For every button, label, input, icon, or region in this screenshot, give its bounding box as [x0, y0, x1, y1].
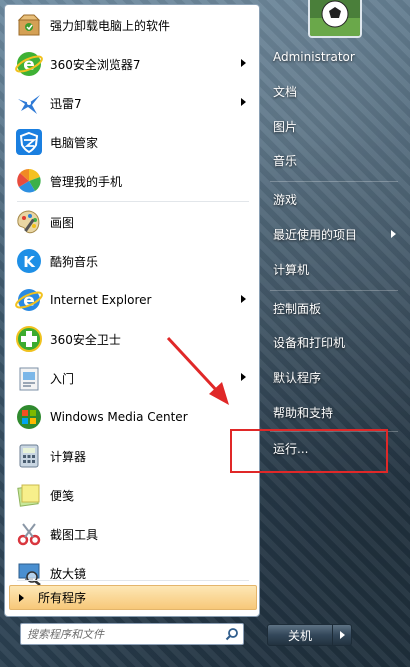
right-item-label: 音乐	[273, 153, 298, 168]
calculator-icon	[14, 441, 44, 471]
program-label: 截图工具	[50, 527, 99, 542]
paint-palette-icon	[14, 207, 44, 237]
right-item-control-panel[interactable]: 控制面板	[263, 293, 398, 323]
right-separator	[270, 290, 398, 291]
search-input[interactable]	[27, 627, 217, 641]
360-browser-icon: e	[14, 49, 44, 79]
right-item-label: 控制面板	[273, 301, 322, 316]
right-item-music[interactable]: 音乐	[263, 145, 398, 175]
submenu-arrow-icon[interactable]	[241, 98, 246, 106]
program-item-paint[interactable]: 画图	[10, 204, 254, 240]
shutdown-group: 关机	[267, 624, 352, 646]
all-programs-arrow-icon	[19, 593, 24, 602]
submenu-arrow-icon[interactable]	[391, 230, 396, 238]
program-label: 360安全卫士	[50, 332, 121, 347]
right-item-help-support[interactable]: 帮助和支持	[263, 397, 398, 427]
program-label: 强力卸载电脑上的软件	[50, 18, 171, 33]
program-item-internet-explorer[interactable]: e Internet Explorer	[10, 282, 254, 318]
program-item-uninstaller[interactable]: 强力卸载电脑上的软件	[10, 7, 254, 43]
right-item-label: 最近使用的项目	[273, 227, 358, 242]
program-item-360-safeguard[interactable]: 360安全卫士	[10, 321, 254, 357]
internet-explorer-icon: e	[14, 285, 44, 315]
program-label: 迅雷7	[50, 96, 82, 111]
right-item-label: Administrator	[273, 50, 355, 64]
program-label: 酷狗音乐	[50, 254, 99, 269]
right-item-devices-printers[interactable]: 设备和打印机	[263, 327, 398, 357]
program-item-windows-media-center[interactable]: Windows Media Center	[10, 399, 254, 435]
search-box[interactable]	[20, 623, 244, 645]
sticky-notes-icon	[14, 480, 44, 510]
thunder-bird-icon	[14, 88, 44, 118]
programs-pane: 强力卸载电脑上的软件 e 360安全浏览器7 迅雷7 电脑管家 管理我的手机 画…	[4, 4, 260, 617]
program-label: 电脑管家	[50, 135, 99, 150]
windows-media-center-icon	[14, 402, 44, 432]
submenu-arrow-icon[interactable]	[241, 295, 246, 303]
program-label: 360安全浏览器7	[50, 57, 141, 72]
right-item-label: 设备和打印机	[273, 335, 346, 350]
program-label: 管理我的手机	[50, 174, 123, 189]
program-label: 便笺	[50, 488, 75, 503]
right-item-label: 文档	[273, 84, 298, 99]
shutdown-options-button[interactable]	[333, 624, 352, 646]
program-label: 计算器	[50, 449, 87, 464]
right-item-administrator[interactable]: Administrator	[263, 42, 398, 72]
annotation-highlight-box	[230, 429, 388, 473]
program-item-sticky-notes[interactable]: 便笺	[10, 477, 254, 513]
getting-started-icon	[14, 363, 44, 393]
all-programs-button[interactable]: 所有程序	[9, 585, 257, 610]
submenu-arrow-icon[interactable]	[241, 59, 246, 67]
right-separator	[270, 181, 398, 182]
phone-manager-icon	[14, 166, 44, 196]
snipping-tool-icon	[14, 519, 44, 549]
program-item-getting-started[interactable]: 入门	[10, 360, 254, 396]
search-icon[interactable]	[225, 627, 239, 644]
program-item-360-browser[interactable]: e 360安全浏览器7	[10, 46, 254, 82]
program-label: Internet Explorer	[50, 293, 152, 307]
program-item-kugou[interactable]: K 酷狗音乐	[10, 243, 254, 279]
svg-text:K: K	[23, 253, 36, 271]
kugou-icon: K	[14, 246, 44, 276]
magnifier-icon	[14, 558, 44, 588]
program-item-calculator[interactable]: 计算器	[10, 438, 254, 474]
program-item-phone-manager[interactable]: 管理我的手机	[10, 163, 254, 199]
program-label: 画图	[50, 215, 75, 230]
program-label: 入门	[50, 371, 75, 386]
right-item-pictures[interactable]: 图片	[263, 111, 398, 141]
program-label: Windows Media Center	[50, 410, 188, 424]
start-menu: 强力卸载电脑上的软件 e 360安全浏览器7 迅雷7 电脑管家 管理我的手机 画…	[0, 0, 410, 667]
program-item-thunder[interactable]: 迅雷7	[10, 85, 254, 121]
360-safeguard-icon	[14, 324, 44, 354]
right-item-label: 帮助和支持	[273, 405, 334, 420]
right-item-label: 图片	[273, 119, 298, 134]
right-item-computer[interactable]: 计算机	[263, 254, 398, 284]
right-item-recent-items[interactable]: 最近使用的项目	[263, 219, 398, 249]
right-item-label: 游戏	[273, 192, 298, 207]
all-programs-separator	[17, 580, 249, 581]
program-item-pc-manager[interactable]: 电脑管家	[10, 124, 254, 160]
pc-manager-shield-icon	[14, 127, 44, 157]
shutdown-button[interactable]: 关机	[267, 624, 333, 646]
program-label: 放大镜	[50, 566, 87, 581]
user-avatar[interactable]	[308, 0, 362, 38]
pinned-separator	[17, 201, 249, 202]
right-item-documents[interactable]: 文档	[263, 76, 398, 106]
submenu-arrow-icon[interactable]	[241, 373, 246, 381]
chevron-right-icon	[339, 631, 345, 639]
uninstaller-box-icon	[14, 10, 44, 40]
right-item-label: 计算机	[273, 262, 310, 277]
right-item-games[interactable]: 游戏	[263, 184, 398, 214]
program-item-snipping-tool[interactable]: 截图工具	[10, 516, 254, 552]
right-item-label: 默认程序	[273, 370, 322, 385]
all-programs-label: 所有程序	[38, 591, 87, 605]
right-item-default-programs[interactable]: 默认程序	[263, 362, 398, 392]
